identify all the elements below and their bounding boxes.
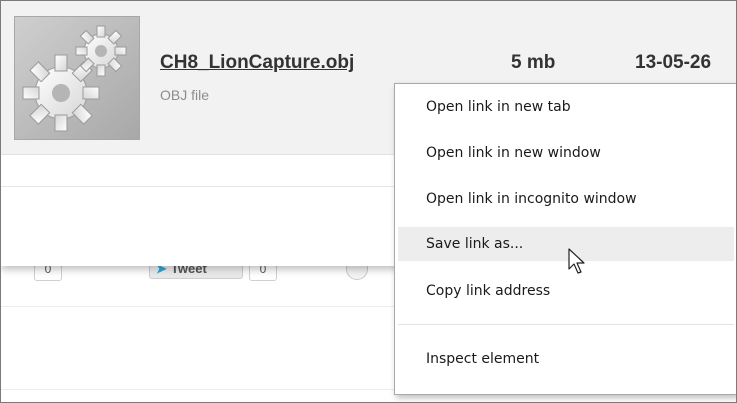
menu-item-inspect-element[interactable]: Inspect element: [398, 342, 734, 376]
menu-item-copy-link-address[interactable]: Copy link address: [398, 274, 734, 308]
file-date: 13-05-26: [635, 52, 712, 73]
file-type: OBJ file: [160, 87, 210, 103]
gears-icon: [14, 16, 140, 140]
menu-item-open-incognito[interactable]: Open link in incognito window: [398, 182, 734, 216]
menu-item-save-link-as[interactable]: Save link as...: [398, 227, 734, 261]
context-menu: Open link in new tab Open link in new wi…: [394, 83, 736, 395]
file-size: 5 mb: [511, 52, 556, 73]
mouse-cursor-icon: [568, 248, 585, 274]
browser-page: 0 ➤ Tweet 0 CH8_LionCapture.obj OBJ file…: [0, 0, 737, 403]
menu-item-open-new-window[interactable]: Open link in new window: [398, 136, 734, 170]
menu-separator: [398, 324, 734, 325]
file-name-link[interactable]: CH8_LionCapture.obj: [160, 52, 354, 74]
menu-item-open-new-tab[interactable]: Open link in new tab: [398, 90, 734, 124]
